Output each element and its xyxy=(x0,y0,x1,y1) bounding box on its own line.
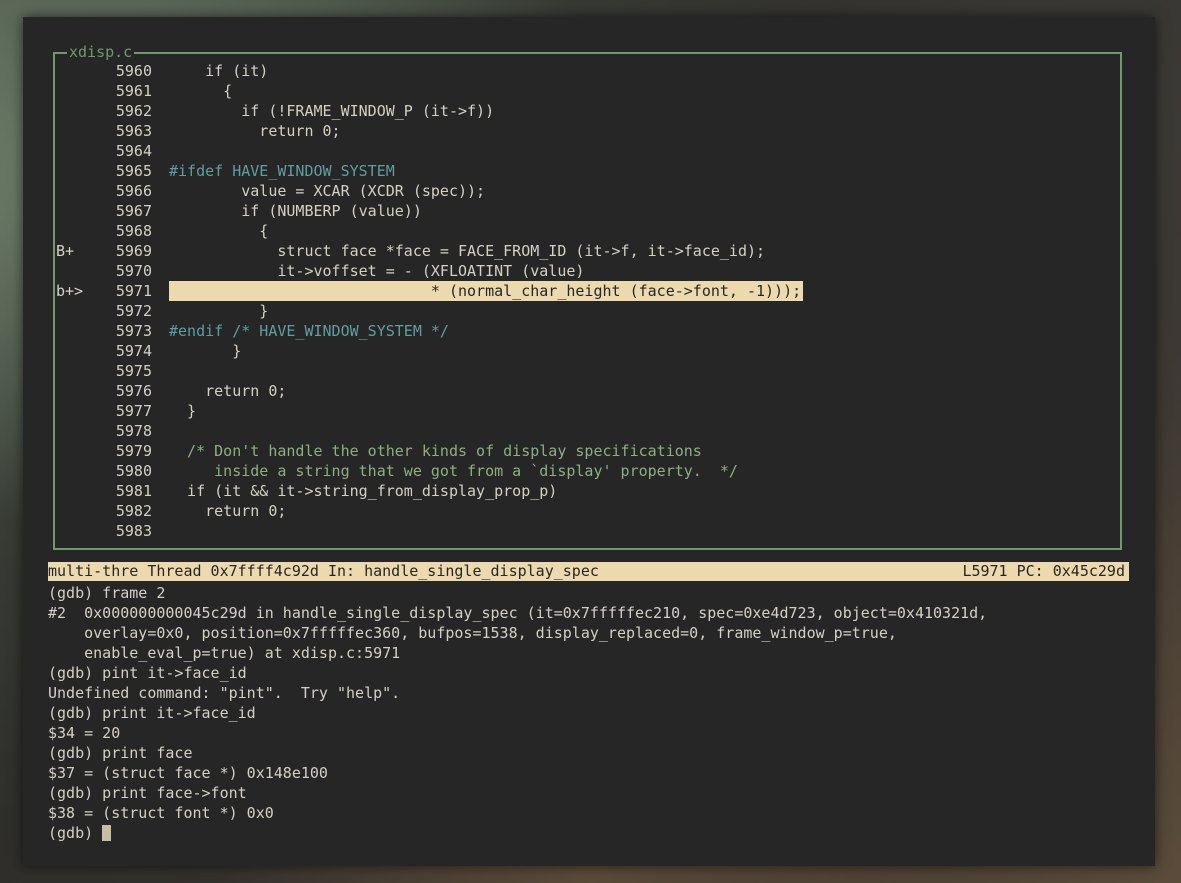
line-number: 5961 xyxy=(115,82,152,100)
gdb-prompt-input[interactable]: (gdb) xyxy=(48,823,112,843)
gdb-command-line: (gdb) print face->font xyxy=(48,784,247,802)
line-number: 5967 xyxy=(115,202,152,220)
line-number: 5969 xyxy=(115,242,152,260)
line-number: 5981 xyxy=(115,482,152,500)
line-code: } xyxy=(169,302,269,320)
text-cursor xyxy=(102,825,112,841)
line-number: 5982 xyxy=(115,502,152,520)
gdb-output-line: $34 = 20 xyxy=(48,724,121,742)
line-code: return 0; xyxy=(169,502,287,520)
line-number: 5964 xyxy=(115,142,152,160)
line-number: 5963 xyxy=(115,122,152,140)
gdb-output-line: Undefined command: "pint". Try "help". xyxy=(48,684,401,702)
status-line-pc: L5971 PC: 0x45c29d xyxy=(962,562,1125,580)
line-code: if (it && it->string_from_display_prop_p… xyxy=(169,482,558,500)
current-line-code: * (normal_char_height (face->font, -1)))… xyxy=(169,281,804,301)
line-code: return 0; xyxy=(169,122,341,140)
gdb-prompt: (gdb) xyxy=(48,824,103,842)
gdb-output-line: #2 0x000000000045c29d in handle_single_d… xyxy=(48,604,988,622)
line-code: if (NUMBERP (value)) xyxy=(169,202,422,220)
line-number: 5972 xyxy=(115,302,152,320)
gdb-command-line: (gdb) print face xyxy=(48,744,193,762)
breakpoint-marker: B+ xyxy=(56,242,75,260)
gdb-output-line: $38 = (struct font *) 0x0 xyxy=(48,804,274,822)
line-code: struct face *face = FACE_FROM_ID (it->f,… xyxy=(169,242,766,260)
line-number: 5970 xyxy=(115,262,152,280)
line-code: return 0; xyxy=(169,382,287,400)
line-code: { xyxy=(169,222,269,240)
gdb-command-line: (gdb) pint it->face_id xyxy=(48,664,247,682)
line-code: { xyxy=(169,82,233,100)
gdb-command-line: (gdb) frame 2 xyxy=(48,584,166,602)
line-code: } xyxy=(169,402,197,420)
line-code: value = XCAR (XCDR (spec)); xyxy=(169,182,486,200)
line-number: 5980 xyxy=(115,462,152,480)
gdb-command-line: (gdb) print it->face_id xyxy=(48,704,256,722)
line-number: 5971 xyxy=(115,282,152,300)
terminal-window: xdisp.c 5960 if (it) 5961 {5962 if (!FRAM… xyxy=(23,17,1155,866)
line-code: } xyxy=(169,342,242,360)
line-number: 5960 xyxy=(115,62,152,80)
line-number: 5968 xyxy=(115,222,152,240)
line-number: 5983 xyxy=(115,522,152,540)
breakpoint-marker: b+> xyxy=(56,282,84,300)
line-number: 5966 xyxy=(115,182,152,200)
line-code: it->voffset = - (XFLOATINT (value) xyxy=(169,262,585,280)
line-number: 5973 xyxy=(115,322,152,340)
line-number: 5975 xyxy=(115,362,152,380)
line-code: if (!FRAME_WINDOW_P (it->f)) xyxy=(169,102,495,120)
line-number: 5979 xyxy=(115,442,152,460)
source-file-title: xdisp.c xyxy=(67,42,135,62)
line-number: 5976 xyxy=(115,382,152,400)
gdb-output-line: overlay=0x0, position=0x7fffffec360, buf… xyxy=(48,624,897,642)
gdb-output-line: $37 = (struct face *) 0x148e100 xyxy=(48,764,328,782)
line-code: inside a string that we got from a `disp… xyxy=(169,462,738,480)
line-number: 5965 xyxy=(115,162,152,180)
line-code: #ifdef HAVE_WINDOW_SYSTEM xyxy=(169,162,395,180)
line-number: 5977 xyxy=(115,402,152,420)
status-bar: multi-thre Thread 0x7ffff4c92d In: handl… xyxy=(48,562,1129,581)
line-number: 5974 xyxy=(115,342,152,360)
gdb-output-line: enable_eval_p=true) at xdisp.c:5971 xyxy=(48,644,401,662)
line-code: /* Don't handle the other kinds of displ… xyxy=(169,442,702,460)
line-code: if (it) xyxy=(169,62,269,80)
status-thread-info: multi-thre Thread 0x7ffff4c92d In: handl… xyxy=(48,562,599,580)
line-number: 5978 xyxy=(115,422,152,440)
line-number: 5962 xyxy=(115,102,152,120)
line-code: #endif /* HAVE_WINDOW_SYSTEM */ xyxy=(169,322,449,340)
